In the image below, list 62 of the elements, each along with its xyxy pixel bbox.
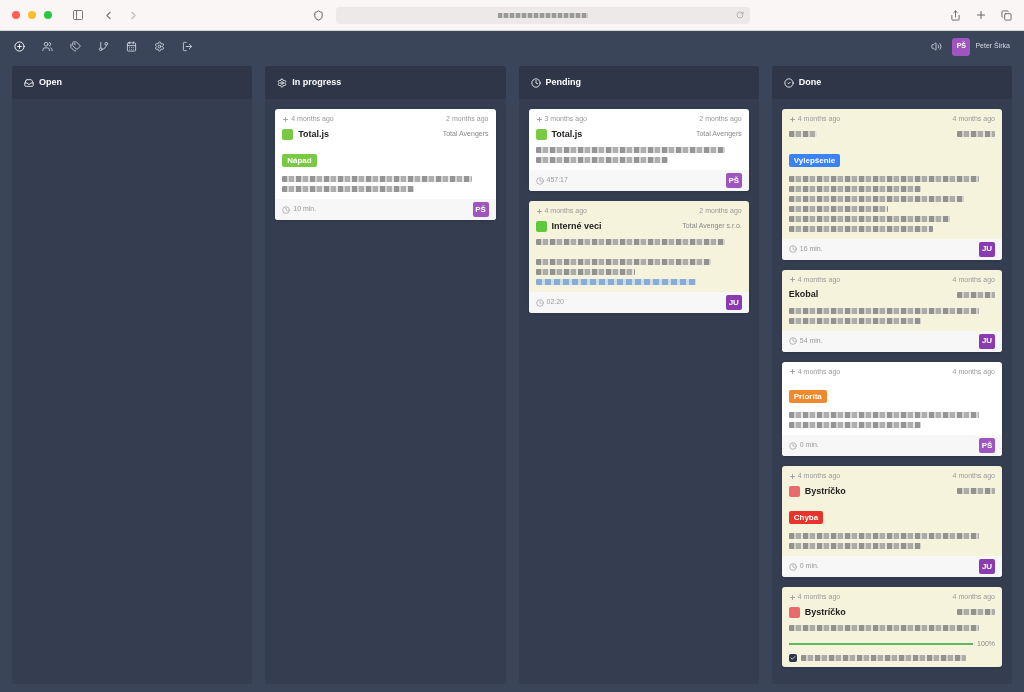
plus-icon (535, 115, 543, 123)
calendar-icon[interactable] (126, 41, 137, 52)
assignee-avatar: JU (979, 241, 995, 257)
checklist-checkbox[interactable] (788, 653, 797, 662)
tags-icon[interactable] (70, 41, 81, 52)
gear-icon (277, 77, 288, 88)
assignee-avatar: JU (979, 333, 995, 349)
blurred-client-drawing (957, 131, 995, 137)
project-name: Total.js (298, 127, 330, 141)
add-icon[interactable] (14, 41, 25, 52)
inbox-icon (24, 77, 34, 88)
address-bar[interactable] (336, 6, 750, 24)
project-name: Ekobal (788, 288, 819, 301)
plus-icon (282, 115, 290, 123)
blurred-client-drawing (957, 291, 995, 298)
new-tab-icon[interactable] (975, 9, 987, 21)
clock-icon (535, 298, 544, 307)
tag-label: Priorita (788, 390, 827, 403)
clock-icon (530, 77, 541, 88)
clock-icon (535, 176, 544, 185)
clock-icon (788, 562, 797, 571)
tabs-icon[interactable] (1001, 9, 1012, 21)
share-icon[interactable] (950, 9, 961, 21)
assignee-avatar: PŠ (725, 173, 742, 188)
plus-icon (788, 368, 796, 376)
shield-icon[interactable] (313, 9, 324, 21)
blurred-title-drawing (788, 131, 817, 137)
sidebar-icon[interactable] (72, 9, 84, 21)
maximize-window-icon[interactable] (44, 11, 52, 19)
clock-icon (788, 441, 797, 450)
plus-icon (788, 115, 796, 123)
plus-icon (788, 276, 796, 284)
project-name: Interné veci (551, 219, 602, 233)
speaker-icon[interactable] (931, 41, 943, 52)
column-title: Open (39, 75, 62, 89)
blurred-client-drawing (957, 609, 995, 616)
project-name: Bystríčko (804, 484, 846, 498)
plus-icon (788, 472, 796, 480)
column-title: Done (798, 75, 822, 89)
tag-label: Nápad (282, 154, 317, 167)
check-circle-icon (783, 77, 794, 88)
tag-label: Chyba (788, 511, 824, 524)
project-name: Bystríčko (804, 605, 846, 619)
plus-icon (788, 593, 796, 601)
clock-icon (788, 337, 797, 345)
assignee-avatar: JU (725, 295, 742, 310)
branch-icon[interactable] (98, 41, 109, 52)
project-name: Total.js (551, 127, 583, 141)
clock-icon (282, 205, 291, 214)
assignee-avatar: PŠ (472, 202, 489, 217)
logout-icon[interactable] (182, 41, 193, 52)
users-icon[interactable] (42, 41, 53, 52)
plus-icon (535, 207, 543, 215)
assignee-avatar: PŠ (979, 438, 995, 453)
tag-label: Vylepšenie (788, 153, 841, 167)
blurred-client-drawing (957, 488, 995, 495)
settings-icon[interactable] (154, 41, 165, 52)
clock-icon (788, 245, 797, 253)
column-title: In progress (292, 75, 342, 89)
column-title: Pending (545, 75, 581, 89)
assignee-avatar: JU (979, 559, 995, 574)
close-window-icon[interactable] (12, 11, 20, 19)
